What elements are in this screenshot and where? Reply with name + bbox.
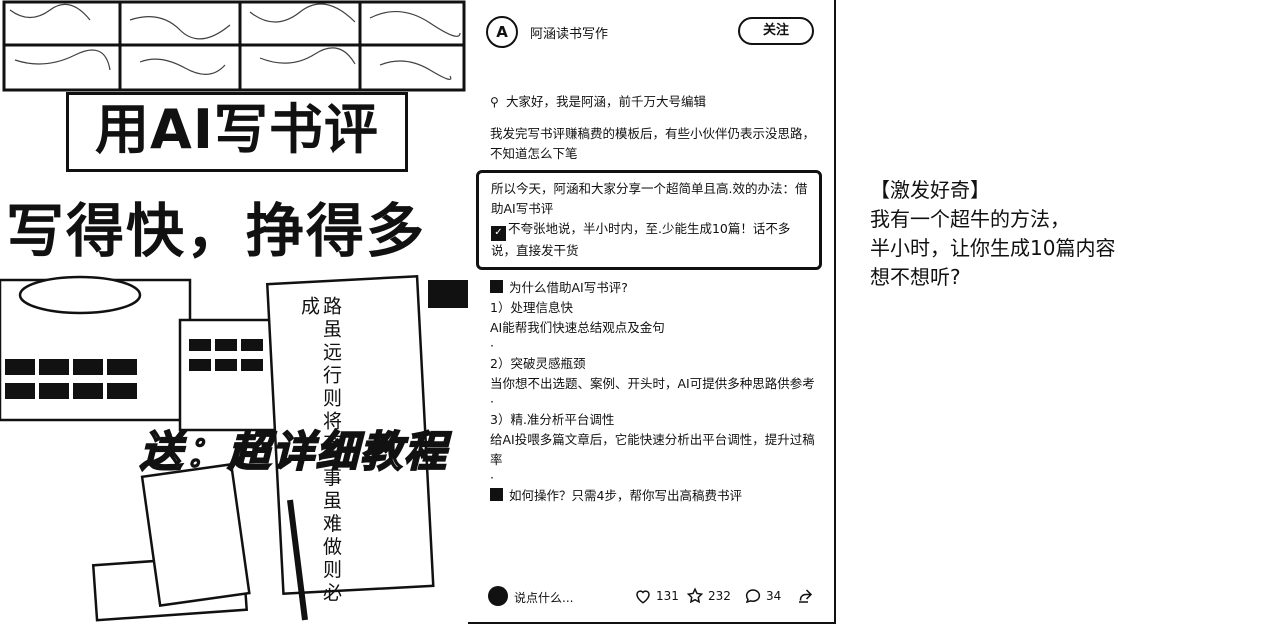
point-3-text: 给AI投喂多篇文章后，它能快速分析出平台调性，提升过稿率 — [490, 432, 815, 467]
star-count: 232 — [708, 589, 731, 603]
annotation-text: 【激发好奇】 我有一个超牛的方法， 半小时，让你生成10篇内容 想不想听? — [870, 176, 1115, 292]
separator-dot: · — [490, 394, 494, 409]
author-avatar[interactable]: A — [486, 16, 518, 48]
pin-icon: ⚲ — [490, 95, 499, 109]
follow-button[interactable]: 关注 — [738, 17, 814, 45]
why-title-text: 为什么借助AI写书评? — [509, 280, 628, 295]
star-icon — [686, 587, 704, 604]
cut-off-line-text: 如何操作？只需4步，帮你写出高稿费书评 — [509, 488, 742, 503]
author-name[interactable]: 阿涵读书写作 — [530, 23, 608, 42]
annotation-line-4: 想不想听? — [870, 265, 961, 289]
annotation-line-3: 半小时，让你生成10篇内容 — [870, 236, 1116, 260]
paragraph-1: 我发完写书评赚稿费的模板后，有些小伙伴仍表示没思路，不知道怎么下笔 — [490, 126, 816, 161]
like-button[interactable]: 131 — [634, 587, 679, 605]
heart-icon — [636, 590, 650, 604]
lightbulb-icon — [490, 280, 503, 293]
why-title: 为什么借助AI写书评? — [490, 278, 820, 298]
point-1-text: AI能帮我们快速总结观点及金句 — [490, 320, 665, 335]
point-1-title: 1）处理信息快 — [490, 300, 573, 315]
post-content: ⚲ 大家好，我是阿涵，前千万大号编辑 我发完写书评赚稿费的模板后，有些小伙伴仍表示… — [476, 92, 822, 506]
highlight-line-2-text: 不夸张地说，半小时内，至.少能生成10篇！话不多说，直接发干货 — [491, 221, 791, 258]
intro-line: ⚲ 大家好，我是阿涵，前千万大号编辑 — [490, 92, 820, 112]
cover-subtitle: 写得快，挣得多 — [0, 188, 468, 274]
comment-icon — [745, 589, 761, 604]
post-panel: A 阿涵读书写作 关注 ⚲ 大家好，我是阿涵，前千万大号编辑 我发完写书评赚稿费的… — [468, 0, 836, 624]
share-icon — [799, 589, 813, 603]
post-footer: 说点什么... 131 232 34 — [488, 584, 816, 610]
highlight-line-1: 所以今天，阿涵和大家分享一个超简单且高.效的办法：借助AI写书评 — [491, 181, 808, 216]
point-3-title: 3）精.准分析平台调性 — [490, 412, 615, 427]
comment-button[interactable]: 34 — [744, 587, 781, 605]
intro-text: 大家好，我是阿涵，前千万大号编辑 — [506, 94, 707, 109]
like-count: 131 — [656, 589, 679, 603]
separator-dot: · — [490, 470, 494, 485]
annotation-line-1: 【激发好奇】 — [870, 178, 990, 202]
comment-input[interactable]: 说点什么... — [514, 589, 573, 606]
content-fade — [468, 552, 834, 574]
cut-off-line: 如何操作？只需4步，帮你写出高稿费书评 — [490, 486, 820, 506]
cover-gift-text: 送：超详细教程 — [139, 426, 449, 477]
share-button[interactable] — [796, 587, 814, 605]
lightbulb-icon — [490, 488, 503, 501]
separator-dot: · — [490, 338, 494, 353]
highlight-line-2: ✓ 不夸张地说，半小时内，至.少能生成10篇！话不多说，直接发干货 — [491, 219, 809, 261]
comment-count: 34 — [766, 589, 782, 603]
cover-title: 用AI写书评 — [66, 92, 408, 172]
check-icon: ✓ — [491, 226, 506, 241]
annotation-line-2: 我有一个超牛的方法， — [870, 207, 1070, 231]
commenter-avatar — [488, 586, 508, 606]
highlight-box: 所以今天，阿涵和大家分享一个超简单且高.效的办法：借助AI写书评 ✓ 不夸张地说，… — [476, 170, 822, 270]
point-2-title: 2）突破灵感瓶颈 — [490, 356, 586, 371]
star-button[interactable]: 232 — [686, 587, 731, 605]
post-header: A 阿涵读书写作 关注 — [486, 14, 814, 50]
point-2-text: 当你想不出选题、案例、开头时，AI可提供多种思路供参考 — [490, 376, 815, 391]
cover-image: 用AI写书评 写得快，挣得多 路虽远行则将至 事虽难做则必成 送：超详细教程 — [0, 0, 470, 624]
